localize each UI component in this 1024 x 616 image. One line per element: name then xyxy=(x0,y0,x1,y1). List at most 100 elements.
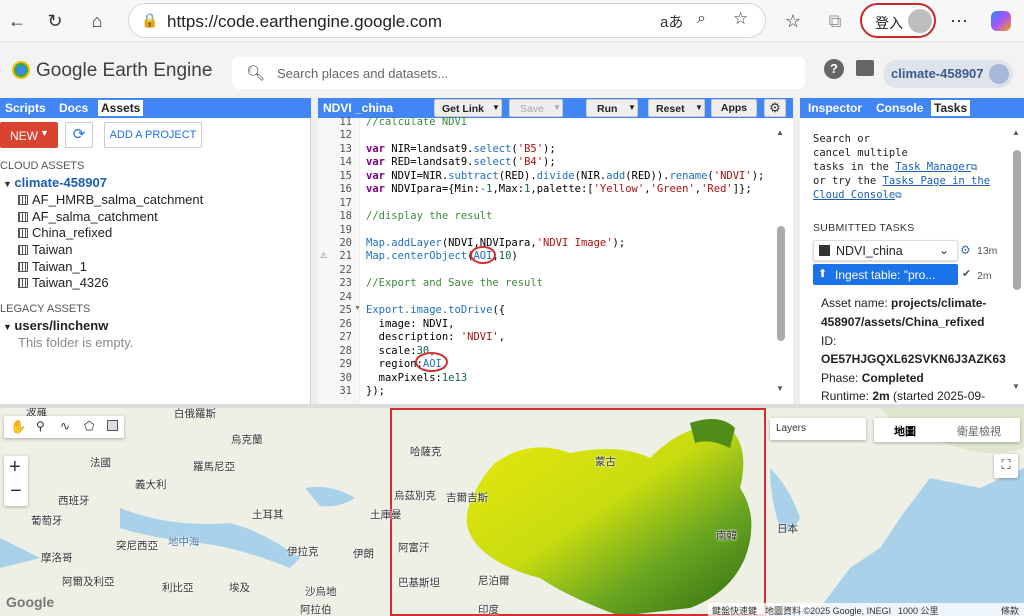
reset-button[interactable]: Reset ▼ xyxy=(648,99,705,117)
code-line: Export.image.toDrive({ xyxy=(366,304,506,316)
legacy-assets-heading: LEGACY ASSETS xyxy=(0,303,91,315)
map-footer: 鍵盤快速鍵 地圖資料 ©2025 Google, INEGI 1000 公里 條… xyxy=(708,603,1024,616)
tab-console[interactable]: Console xyxy=(873,100,926,116)
user-avatar[interactable] xyxy=(989,64,1009,84)
asset-item[interactable]: AF_HMRB_salma_catchment xyxy=(18,192,203,207)
zoom-in-button[interactable]: + xyxy=(9,456,21,479)
more-icon[interactable]: ⋯ xyxy=(946,8,972,34)
editor-scrollbar[interactable]: ▲ ▼ xyxy=(776,126,786,396)
apps-button[interactable]: Apps xyxy=(711,99,757,117)
favorites-icon[interactable]: ☆ xyxy=(780,8,806,34)
feedback-icon[interactable] xyxy=(856,60,874,76)
collections-icon[interactable]: ⧉ xyxy=(822,8,848,34)
asset-item[interactable]: Taiwan_1 xyxy=(18,259,87,274)
table-icon xyxy=(18,228,28,238)
line-gutter: 11 12 13 14 15 16 17 18 19 20 21 22 23 2… xyxy=(318,116,361,404)
area-of-interest-box xyxy=(390,408,766,616)
map-type-button[interactable]: 地圖 xyxy=(894,423,916,439)
code-line: description: 'NDVI', xyxy=(366,331,506,343)
scale-label: 1000 公里 xyxy=(898,606,939,616)
satellite-type-button[interactable]: 衛星檢視 xyxy=(957,423,1001,439)
search-input[interactable]: 🔍︎ Search places and datasets... xyxy=(232,57,805,89)
lock-icon: 🔒 xyxy=(141,12,159,28)
code-line: //Export and Save the result xyxy=(366,277,544,289)
home-icon[interactable]: ⌂ xyxy=(84,8,110,34)
table-icon xyxy=(18,245,28,255)
table-icon xyxy=(18,212,28,222)
project-selector[interactable]: climate-458907 xyxy=(883,60,1013,88)
warning-icon: ⚠ xyxy=(320,251,328,260)
new-button[interactable]: NEW ▼ xyxy=(0,122,58,148)
gear-icon[interactable]: ⚙ xyxy=(764,99,786,117)
url-text: https://code.earthengine.google.com xyxy=(167,12,443,31)
favorite-star-icon[interactable]: ☆ xyxy=(733,9,748,29)
tasks-page-link[interactable]: Tasks Page in the xyxy=(883,175,990,187)
task-item[interactable]: NDVI_china ⌄ xyxy=(813,240,958,261)
submitted-tasks-heading: SUBMITTED TASKS xyxy=(813,222,915,234)
get-link-button[interactable]: Get Link ▼ xyxy=(434,99,502,117)
tab-tasks[interactable]: Tasks xyxy=(931,100,971,116)
hand-icon[interactable]: ✋ xyxy=(10,419,26,435)
line-icon[interactable]: ∿ xyxy=(60,419,70,433)
back-icon[interactable]: ← xyxy=(4,8,30,34)
copilot-icon[interactable] xyxy=(988,8,1014,34)
table-icon xyxy=(18,262,28,272)
code-line: }); xyxy=(366,385,385,397)
task-id: OE57HJGQXL62SVKN6J3AZK63 xyxy=(821,352,1006,366)
avatar xyxy=(908,9,932,33)
asset-item[interactable]: Taiwan_4326 xyxy=(18,275,109,290)
chevron-down-icon[interactable]: ⌄ xyxy=(939,243,949,257)
asset-item[interactable]: China_refixed xyxy=(18,225,112,240)
zoom-icon[interactable]: ⌕ xyxy=(697,10,706,28)
zoom-out-button[interactable]: − xyxy=(10,480,22,503)
polygon-icon[interactable]: ⬠ xyxy=(84,419,94,433)
vertical-splitter[interactable] xyxy=(311,98,318,404)
address-bar[interactable]: 🔒 https://code.earthengine.google.com aあ… xyxy=(128,3,766,38)
app-logo[interactable]: Google Earth Engine xyxy=(12,60,212,82)
layers-button[interactable]: Layers xyxy=(770,418,866,440)
code-line: var NDVIpara={Min:-1,Max:1,palette:['Yel… xyxy=(366,183,752,195)
right-tabbar: Inspector Console Tasks xyxy=(800,98,1024,118)
search-icon: 🔍︎ xyxy=(246,65,266,82)
fold-icon[interactable]: ▼ xyxy=(354,305,361,312)
task-manager-link[interactable]: Task Manager xyxy=(895,161,971,173)
reload-icon[interactable]: ↻ xyxy=(42,8,68,34)
vertical-splitter[interactable] xyxy=(793,98,800,404)
read-aloud-icon[interactable]: aあ xyxy=(660,11,683,32)
cloud-project-node[interactable]: ▼ climate-458907 xyxy=(3,175,107,190)
left-tabbar: Scripts Docs Assets xyxy=(0,98,311,118)
refresh-icon[interactable]: ⟳ xyxy=(65,122,93,148)
asset-item[interactable]: AF_salma_catchment xyxy=(18,209,158,224)
keyboard-shortcuts-link[interactable]: 鍵盤快速鍵 xyxy=(712,604,757,616)
tasks-scrollbar[interactable]: ▲ ▼ xyxy=(1012,126,1022,398)
marker-icon[interactable]: ⚲ xyxy=(36,419,45,433)
asset-item[interactable]: Taiwan xyxy=(18,242,72,257)
legacy-user-node[interactable]: ▼ users/linchenw xyxy=(3,318,108,333)
help-icon[interactable]: ? xyxy=(824,59,844,79)
tab-assets[interactable]: Assets xyxy=(98,100,144,116)
signin-button[interactable]: 登入 xyxy=(860,3,936,38)
task-item[interactable]: ⬆ Ingest table: "pro... xyxy=(813,264,958,285)
earth-engine-logo-icon xyxy=(12,61,30,79)
rectangle-icon[interactable] xyxy=(107,420,118,431)
annotation-circle xyxy=(415,352,448,372)
tab-scripts[interactable]: Scripts xyxy=(2,100,49,116)
terms-link[interactable]: 條款 xyxy=(1001,604,1019,616)
code-line: Map.addLayer(NDVI,NDVIpara,'NDVI Image')… xyxy=(366,237,626,249)
table-icon xyxy=(18,278,28,288)
zoom-control: + − xyxy=(4,456,28,506)
cloud-console-link[interactable]: Cloud Console xyxy=(813,189,895,201)
fullscreen-icon[interactable]: ⛶ xyxy=(994,454,1018,478)
code-line: image: NDVI, xyxy=(366,318,455,330)
tab-docs[interactable]: Docs xyxy=(56,100,91,116)
map-view[interactable]: 波羅 白俄羅斯 烏克蘭 法國 羅馬尼亞 義大利 西班牙 土耳其 土庫曼 葡萄牙 … xyxy=(0,408,1024,616)
save-button[interactable]: Save ▼ xyxy=(509,99,563,117)
tab-inspector[interactable]: Inspector xyxy=(805,100,865,116)
assets-panel: NEW ▼ ⟳ ADD A PROJECT CLOUD ASSETS ▼ clim… xyxy=(0,118,311,406)
app-header: Google Earth Engine 🔍︎ Search places and… xyxy=(0,42,1024,98)
code-line: //calculate NDVI xyxy=(366,116,468,128)
code-line: //display the result xyxy=(366,210,493,222)
code-editor[interactable]: 11 12 13 14 15 16 17 18 19 20 21 22 23 2… xyxy=(318,116,793,404)
run-button[interactable]: Run ▼ xyxy=(586,99,638,117)
add-project-button[interactable]: ADD A PROJECT xyxy=(104,122,202,148)
